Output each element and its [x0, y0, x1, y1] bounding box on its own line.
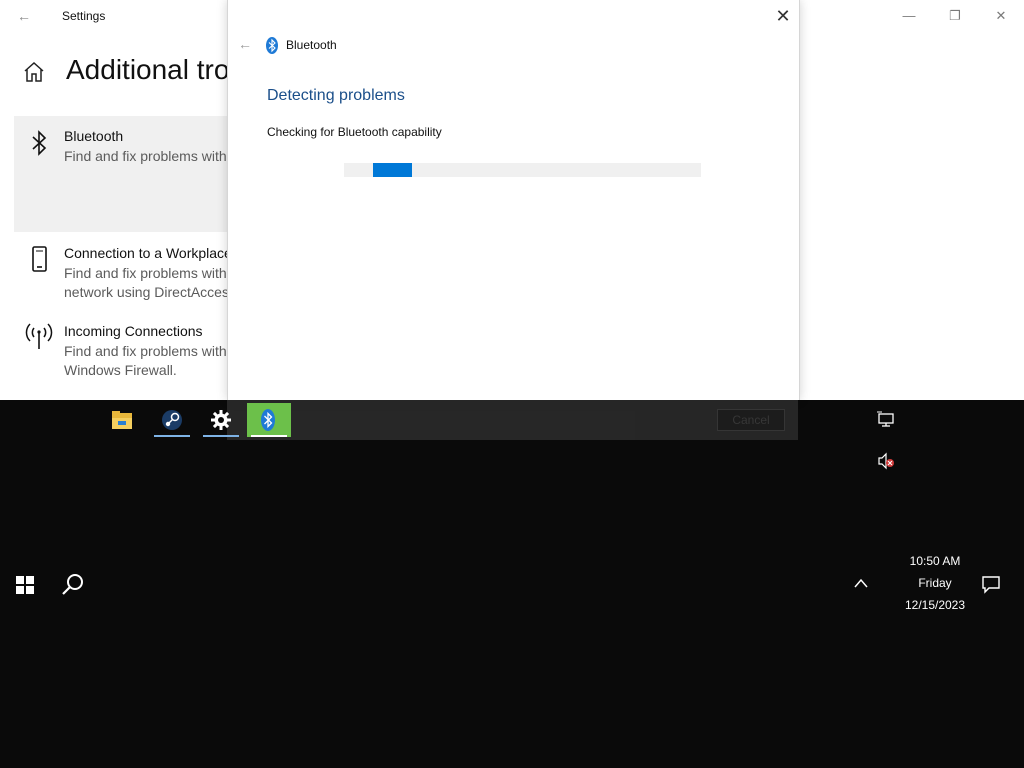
dialog-app-name: Bluetooth — [286, 38, 337, 52]
item-description-2: Windows Firewall. — [64, 362, 177, 378]
close-button[interactable]: ✕ — [986, 4, 1016, 28]
antenna-icon — [25, 323, 53, 349]
dialog-close-button[interactable]: ✕ — [770, 4, 796, 28]
home-icon[interactable] — [22, 60, 46, 84]
steam-icon — [162, 410, 182, 430]
dialog-heading: Detecting problems — [267, 87, 405, 104]
page-title: Additional tro — [66, 54, 230, 85]
item-name: Connection to a Workplace — [64, 245, 232, 261]
taskbar-app-settings[interactable] — [199, 403, 243, 437]
clock-date[interactable]: 12/15/2023 — [880, 598, 990, 612]
bluetooth-icon — [266, 37, 278, 54]
network-icon[interactable] — [876, 410, 896, 430]
cancel-button[interactable]: Cancel — [717, 409, 785, 431]
troubleshooter-dialog: ✕ ← Bluetooth Detecting problems Checkin… — [227, 0, 800, 400]
item-description: Find and fix problems with — [64, 148, 227, 164]
dialog-status-text: Checking for Bluetooth capability — [267, 125, 442, 139]
bluetooth-icon — [261, 409, 275, 431]
restore-button[interactable]: ❐ — [940, 4, 970, 28]
volume-muted-icon[interactable] — [876, 451, 896, 471]
file-explorer-icon — [112, 411, 132, 429]
bluetooth-icon — [32, 130, 47, 156]
item-description-2: network using DirectAcces — [64, 284, 229, 300]
phone-icon — [32, 246, 47, 272]
taskbar-app-bluetooth[interactable] — [247, 403, 291, 437]
dialog-footer: Cancel — [227, 400, 798, 440]
running-indicator — [251, 435, 287, 437]
running-indicator — [203, 435, 239, 437]
item-description: Find and fix problems with — [64, 265, 227, 281]
search-icon[interactable] — [60, 572, 86, 598]
taskbar-app-file-explorer[interactable] — [100, 403, 144, 437]
progress-bar — [344, 163, 701, 177]
taskbar-app-steam[interactable] — [150, 403, 194, 437]
back-arrow-icon[interactable]: ← — [14, 6, 34, 26]
clock-day[interactable]: Friday — [880, 576, 990, 590]
dialog-back-arrow-icon[interactable]: ← — [234, 36, 256, 56]
window-title: Settings — [62, 9, 106, 23]
notifications-icon[interactable] — [981, 574, 1001, 594]
progress-bar-fill — [373, 163, 412, 177]
minimize-button[interactable]: — — [894, 4, 924, 28]
item-description: Find and fix problems with — [64, 343, 227, 359]
item-name: Incoming Connections — [64, 323, 203, 339]
item-name: Bluetooth — [64, 128, 124, 144]
running-indicator — [154, 435, 190, 437]
settings-gear-icon — [211, 410, 231, 430]
start-windows-icon[interactable] — [16, 576, 34, 594]
clock-time[interactable]: 10:50 AM — [880, 554, 990, 568]
chevron-up-icon[interactable] — [852, 576, 870, 590]
